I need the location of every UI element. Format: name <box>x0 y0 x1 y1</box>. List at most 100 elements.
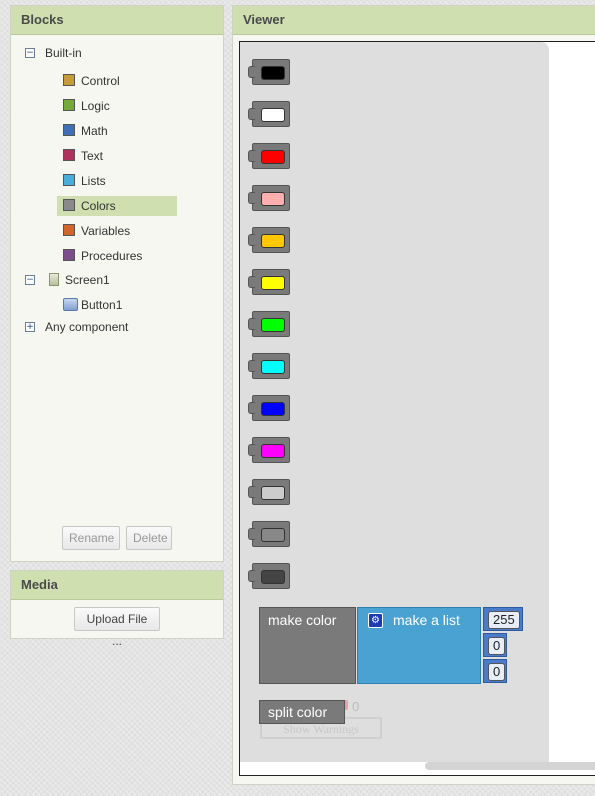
category-color-icon <box>63 74 75 86</box>
horizontal-scrollbar[interactable] <box>425 762 595 770</box>
button-icon <box>63 298 78 311</box>
color-block-black[interactable] <box>248 59 290 85</box>
category-label: Math <box>81 124 108 138</box>
output-plug <box>248 66 255 78</box>
category-control[interactable]: Control <box>57 71 177 91</box>
color-block-gray[interactable] <box>248 521 290 547</box>
category-label: Procedures <box>81 249 143 263</box>
color-block-cyan[interactable] <box>248 353 290 379</box>
output-plug <box>248 570 255 582</box>
color-swatch[interactable] <box>261 360 285 374</box>
number-field[interactable]: 255 <box>488 611 520 629</box>
split-color-block[interactable]: split color <box>259 700 345 724</box>
output-plug <box>248 192 255 204</box>
color-swatch[interactable] <box>261 66 285 80</box>
make-a-list-block[interactable]: ⚙ make a list <box>357 607 481 684</box>
number-field[interactable]: 0 <box>488 663 506 681</box>
color-block-red[interactable] <box>248 143 290 169</box>
category-color-icon <box>63 174 75 186</box>
color-swatch[interactable] <box>261 150 285 164</box>
color-swatch[interactable] <box>261 234 285 248</box>
rename-button[interactable]: Rename <box>62 526 120 550</box>
media-panel: Media Upload File ... <box>10 570 224 648</box>
output-plug <box>248 234 255 246</box>
output-plug <box>248 150 255 162</box>
color-swatch[interactable] <box>261 402 285 416</box>
upload-file-button[interactable]: Upload File ... <box>74 607 160 648</box>
category-color-icon <box>63 124 75 136</box>
make-color-block[interactable]: make color <box>259 607 356 684</box>
number-block-2[interactable]: 0 <box>483 633 507 657</box>
category-color-icon <box>63 249 75 261</box>
category-lists[interactable]: Lists <box>57 171 177 191</box>
color-swatch[interactable] <box>261 192 285 206</box>
category-text[interactable]: Text <box>57 146 177 166</box>
color-block-light-gray[interactable] <box>248 479 290 505</box>
category-label: Variables <box>81 224 131 238</box>
tree-any-component-label: Any component <box>45 320 129 334</box>
number-field[interactable]: 0 <box>488 637 506 655</box>
output-plug <box>248 486 255 498</box>
screen-icon <box>49 273 59 286</box>
media-panel-title: Media <box>11 571 223 600</box>
category-label: Logic <box>81 99 110 113</box>
category-label: Lists <box>81 174 106 188</box>
color-block-orange[interactable] <box>248 227 290 253</box>
split-color-label: split color <box>268 704 328 720</box>
color-swatch[interactable] <box>261 108 285 122</box>
color-swatch[interactable] <box>261 486 285 500</box>
category-logic[interactable]: Logic <box>57 96 177 116</box>
output-plug <box>248 528 255 540</box>
tree-button1-label: Button1 <box>81 298 123 312</box>
tree-any-component[interactable]: + Any component <box>23 317 128 337</box>
expand-icon[interactable]: + <box>25 322 35 332</box>
output-plug <box>248 108 255 120</box>
viewer-panel-title: Viewer <box>233 6 595 35</box>
color-block-pink[interactable] <box>248 185 290 211</box>
blocks-panel-title: Blocks <box>11 6 223 35</box>
category-color-icon <box>63 199 75 211</box>
category-color-icon <box>63 149 75 161</box>
number-block-3[interactable]: 0 <box>483 659 507 683</box>
output-plug <box>248 360 255 372</box>
output-plug <box>248 444 255 456</box>
tree-screen1[interactable]: − Screen1 <box>23 270 110 290</box>
color-swatch[interactable] <box>261 528 285 542</box>
color-swatch[interactable] <box>261 444 285 458</box>
color-block-dark-gray[interactable] <box>248 563 290 589</box>
viewer-panel: Viewer make color ⚙ make a list 255 0 0 … <box>232 5 595 785</box>
color-block-green[interactable] <box>248 311 290 337</box>
category-color-icon <box>63 224 75 236</box>
color-block-yellow[interactable] <box>248 269 290 295</box>
make-a-list-label: make a list <box>393 612 460 628</box>
blocks-panel: Blocks − Built-in Control Logic Math Text Li… <box>10 5 224 562</box>
number-block-1[interactable]: 255 <box>483 607 523 631</box>
color-block-blue[interactable] <box>248 395 290 421</box>
output-plug <box>248 276 255 288</box>
collapse-icon[interactable]: − <box>25 48 35 58</box>
category-color-icon <box>63 99 75 111</box>
collapse-icon[interactable]: − <box>25 275 35 285</box>
category-colors[interactable]: Colors <box>57 196 177 216</box>
tree-builtin[interactable]: − Built-in <box>23 43 82 63</box>
tree-builtin-label: Built-in <box>45 46 82 60</box>
delete-button[interactable]: Delete <box>126 526 172 550</box>
tree-button1[interactable]: Button1 <box>63 295 122 315</box>
make-color-label: make color <box>268 612 337 628</box>
category-procedures[interactable]: Procedures <box>57 246 177 266</box>
output-plug <box>248 402 255 414</box>
category-label: Control <box>81 74 120 88</box>
color-block-magenta[interactable] <box>248 437 290 463</box>
tree-screen1-label: Screen1 <box>65 273 110 287</box>
category-math[interactable]: Math <box>57 121 177 141</box>
color-swatch[interactable] <box>261 276 285 290</box>
color-swatch[interactable] <box>261 318 285 332</box>
category-label: Colors <box>81 199 116 213</box>
category-variables[interactable]: Variables <box>57 221 177 241</box>
colors-flyout: make color ⚙ make a list 255 0 0 Show Wa… <box>240 42 549 762</box>
color-block-white[interactable] <box>248 101 290 127</box>
warning-count: 0 <box>352 699 360 714</box>
gear-icon[interactable]: ⚙ <box>368 613 383 628</box>
blocks-workspace[interactable]: make color ⚙ make a list 255 0 0 Show Wa… <box>239 41 595 776</box>
color-swatch[interactable] <box>261 570 285 584</box>
